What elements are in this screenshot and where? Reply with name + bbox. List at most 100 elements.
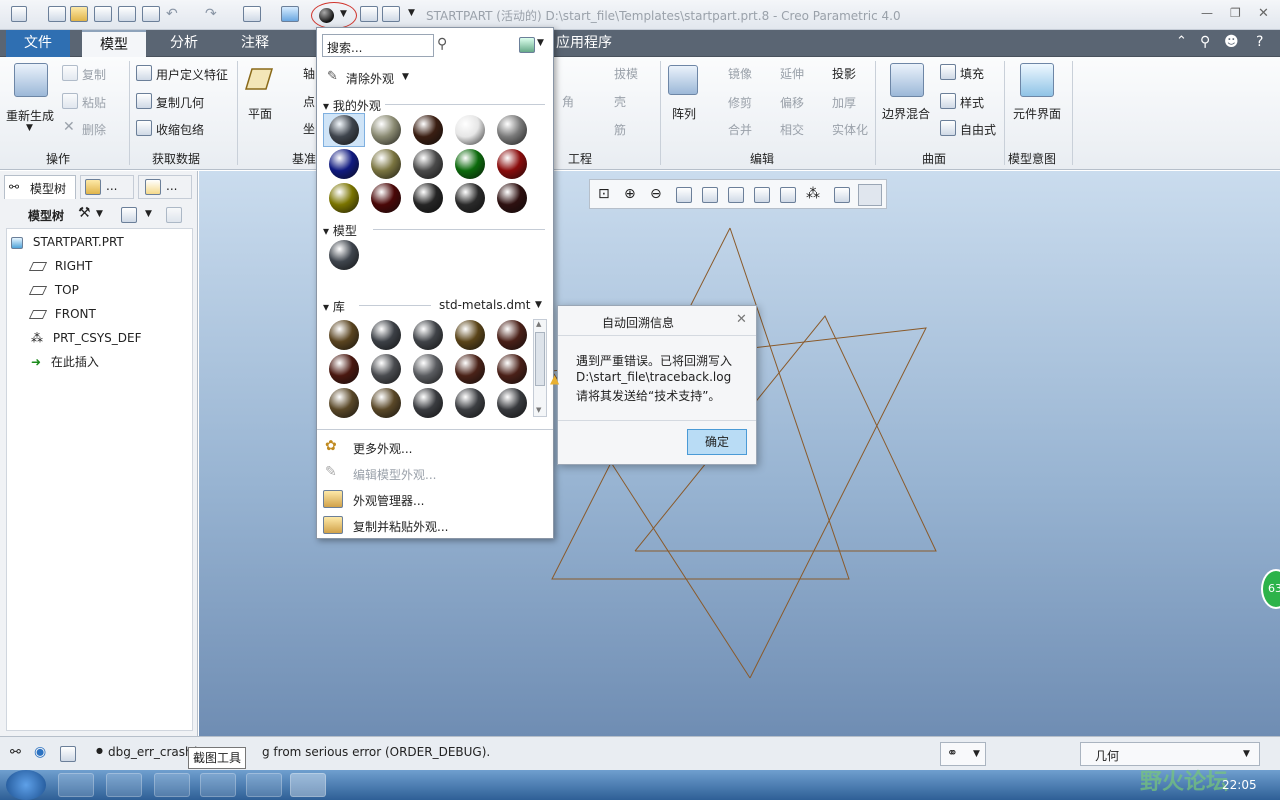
chevron-down-icon[interactable]: ▼ — [402, 72, 409, 82]
settings-list-icon[interactable] — [121, 207, 137, 223]
window-icon[interactable] — [243, 6, 261, 22]
component-interface-icon[interactable] — [1020, 63, 1054, 97]
scroll-up-icon[interactable]: ▲ — [536, 320, 541, 328]
appearance-swatch[interactable] — [413, 115, 443, 145]
appearance-swatch[interactable] — [371, 388, 401, 418]
appearance-swatch[interactable] — [413, 149, 443, 179]
appearance-swatch[interactable] — [413, 388, 443, 418]
library-file-select[interactable]: std-metals.dmt — [439, 298, 530, 312]
tree-node-right[interactable]: RIGHT — [28, 254, 92, 278]
appearance-swatch[interactable] — [329, 115, 359, 145]
regenerate-button[interactable]: 重新生成 — [6, 107, 54, 124]
appearance-swatch[interactable] — [329, 183, 359, 213]
appearance-swatch[interactable] — [455, 115, 485, 145]
chevron-down-icon[interactable]: ▼ — [537, 38, 544, 48]
ok-button[interactable]: 确定 — [687, 429, 747, 455]
copy-geometry-button[interactable]: 复制几何 — [156, 94, 204, 111]
appearance-swatch[interactable] — [413, 320, 443, 350]
shell-button[interactable]: 壳 — [614, 93, 626, 110]
tree-node-part[interactable]: STARTPART.PRT — [11, 230, 124, 254]
search-icon[interactable]: ⚲ — [437, 36, 447, 52]
appearance-swatch[interactable] — [497, 354, 527, 384]
edit-model-appearance-item[interactable]: 编辑模型外观... — [353, 466, 436, 483]
group-surface[interactable]: 曲面 — [922, 150, 946, 167]
tab-model-tree[interactable]: ⚯ 模型树 — [4, 175, 76, 199]
scene-icon[interactable] — [382, 6, 400, 22]
tab-analysis[interactable]: 分析 — [152, 30, 216, 57]
tab-folder-browser[interactable]: ... — [80, 175, 134, 199]
open-folder-icon[interactable] — [70, 6, 88, 22]
appearance-swatch[interactable] — [329, 388, 359, 418]
chevron-down-icon[interactable]: ▼ — [96, 209, 103, 219]
navigator-toggle-icon[interactable]: ⚯ — [10, 745, 21, 760]
group-engineering[interactable]: 工程 — [568, 150, 592, 167]
rib-button[interactable]: 筋 — [614, 121, 626, 138]
redo-icon[interactable]: ↷ — [205, 6, 217, 22]
round-corner-button[interactable]: 角 — [562, 93, 574, 110]
chevron-down-icon[interactable]: ▼ — [145, 209, 152, 219]
appearance-swatch[interactable] — [371, 115, 401, 145]
qat-customize-icon[interactable]: ▼ — [408, 8, 415, 18]
offset-button[interactable]: 偏移 — [780, 94, 804, 111]
chevron-down-icon[interactable]: ▼ — [26, 123, 33, 133]
tab-model[interactable]: 模型 — [82, 30, 146, 57]
find-button[interactable]: ⚭ ▼ — [940, 742, 986, 766]
appearance-swatch[interactable] — [371, 183, 401, 213]
start-button[interactable] — [6, 770, 46, 800]
appearance-swatch[interactable] — [371, 149, 401, 179]
appearance-swatch[interactable] — [455, 388, 485, 418]
plane-button[interactable]: 平面 — [248, 105, 272, 122]
more-appearances-item[interactable]: 更多外观... — [353, 440, 412, 457]
group-edit[interactable]: 编辑 — [750, 150, 774, 167]
view-options-icon[interactable] — [519, 37, 535, 53]
undo-icon[interactable]: ↶ — [166, 6, 178, 22]
tree-node-insert-here[interactable]: ➜ 在此插入 — [31, 350, 99, 374]
solidify-button[interactable]: 实体化 — [832, 121, 868, 138]
tab-file[interactable]: 文件 — [6, 30, 70, 57]
my-appearances-header[interactable]: ▾ 我的外观 — [323, 97, 381, 114]
shrinkwrap-button[interactable]: 收缩包络 — [156, 121, 204, 138]
collapse-ribbon-icon[interactable]: ⌃ — [1176, 34, 1187, 49]
model-appearances-header[interactable]: ▾ 模型 — [323, 222, 357, 239]
tab-favorites[interactable]: ... — [138, 175, 192, 199]
library-scrollbar[interactable]: ▲ ▼ — [533, 319, 547, 417]
group-model-intent[interactable]: 模型意图 — [1008, 150, 1056, 167]
extend-button[interactable]: 延伸 — [780, 65, 804, 82]
thicken-button[interactable]: 加厚 — [832, 94, 856, 111]
taskbar-app-icon[interactable] — [246, 773, 282, 797]
taskbar-explorer-icon[interactable] — [106, 773, 142, 797]
clock[interactable]: 22:05 — [1222, 778, 1257, 792]
csys-button[interactable]: 坐 — [303, 120, 315, 137]
tree-node-csys[interactable]: ⁂ PRT_CSYS_DEF — [31, 326, 142, 350]
plane-icon[interactable] — [244, 67, 274, 91]
scroll-down-icon[interactable]: ▼ — [536, 406, 541, 414]
display-style-icon[interactable] — [281, 6, 299, 22]
taskbar-creo-icon[interactable] — [290, 773, 326, 797]
help-icon[interactable]: ? — [1256, 34, 1263, 50]
project-button[interactable]: 投影 — [832, 65, 856, 82]
appearance-search-input[interactable]: 搜索... — [322, 34, 434, 57]
group-datum[interactable]: 基准 — [292, 150, 316, 167]
appearance-swatch[interactable] — [329, 240, 359, 270]
clear-appearance-button[interactable]: 清除外观 — [346, 70, 394, 87]
delete-button[interactable]: 删除 — [82, 121, 106, 138]
intersect-button[interactable]: 相交 — [780, 121, 804, 138]
draft-button[interactable]: 拔模 — [614, 65, 638, 82]
appearance-swatch[interactable] — [329, 320, 359, 350]
mirror-button[interactable]: 镜像 — [728, 65, 752, 82]
minimize-icon[interactable]: — — [1201, 6, 1213, 20]
appearance-swatch[interactable] — [455, 354, 485, 384]
pattern-button[interactable]: 阵列 — [672, 105, 696, 122]
filter-icon[interactable] — [166, 207, 182, 223]
library-header[interactable]: ▾ 库 — [323, 298, 345, 315]
appearance-swatch[interactable] — [497, 149, 527, 179]
udf-button[interactable]: 用户定义特征 — [156, 66, 228, 83]
group-operations[interactable]: 操作 — [46, 150, 70, 167]
new-file-icon[interactable] — [48, 6, 66, 22]
save-all-icon[interactable] — [118, 6, 136, 22]
taskbar-browser-icon[interactable] — [154, 773, 190, 797]
close-icon[interactable]: ✕ — [736, 312, 747, 327]
tools-icon[interactable]: ⚒ — [78, 205, 91, 221]
fill-button[interactable]: 填充 — [960, 65, 984, 82]
search-icon[interactable]: ⚲ — [1200, 34, 1210, 50]
